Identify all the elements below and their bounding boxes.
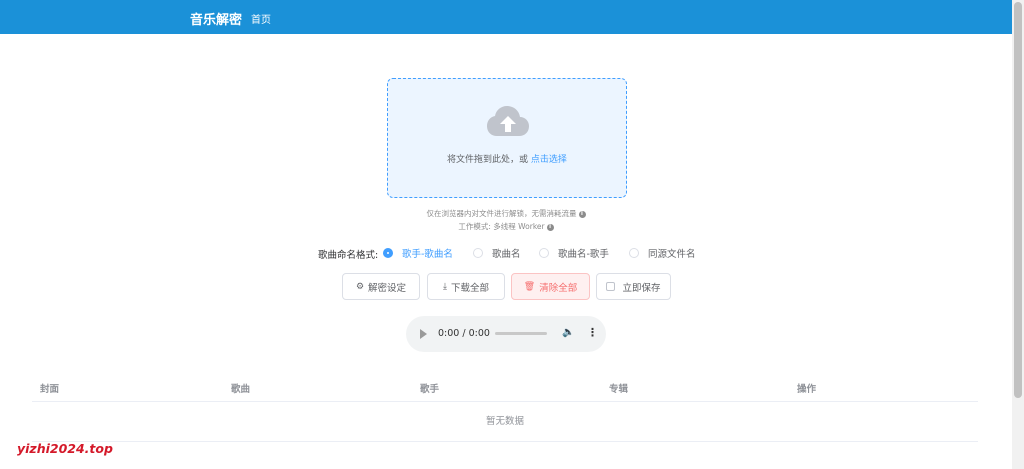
audio-time: 0:00 / 0:00 [438,328,490,339]
info-icon[interactable]: i [578,210,586,218]
file-upload-dropzone[interactable]: 将文件拖到此处，或 点击选择 [387,78,627,198]
volume-icon[interactable]: 🔈 [562,327,574,338]
scrollbar-thumb[interactable] [1014,2,1022,398]
trash-icon: 🗑 [523,281,536,292]
decrypt-settings-button[interactable]: ⚙ 解密设定 [342,273,420,300]
button-label: 解密设定 [368,282,407,294]
page-scrollbar[interactable] [1012,0,1024,469]
radio-dot [629,248,639,258]
clear-all-button[interactable]: 🗑 清除全部 [511,273,590,300]
button-label: 下载全部 [450,282,489,294]
radio-label: 同源文件名 [648,249,696,260]
table-header: 封面 歌曲 歌手 专辑 操作 [32,372,978,402]
info-icon[interactable]: i [546,223,554,231]
save-now-checkbox[interactable] [606,282,616,291]
radio-title-artist[interactable]: 歌曲名-歌手 [539,246,609,260]
tip-text-local: 仅在浏览器内对文件进行解锁，无需消耗流量 [426,209,577,218]
upload-hint-text: 将文件拖到此处，或 [447,155,531,165]
table-empty-text: 暂无数据 [32,402,978,442]
download-icon: ⤓ [443,281,447,292]
radio-dot [383,248,393,258]
radio-label: 歌曲名-歌手 [558,249,609,260]
column-header-actions: 操作 [797,384,817,395]
upload-hint: 将文件拖到此处，或 点击选择 [388,152,626,165]
naming-format-label: 歌曲命名格式: [318,250,379,261]
local-decrypt-tip: 仅在浏览器内对文件进行解锁，无需消耗流量 i [0,208,1012,219]
radio-artist-title[interactable]: 歌手-歌曲名 [383,246,453,260]
play-icon[interactable] [420,329,427,339]
gear-icon: ⚙ [355,281,365,292]
more-options-icon[interactable]: ⋮ [587,326,598,339]
column-header-artist: 歌手 [420,384,440,395]
cloud-upload-icon [487,106,529,136]
work-mode-tip: 工作模式: 多线程 Worker i [0,221,1012,232]
download-all-button[interactable]: ⤓ 下载全部 [427,273,505,300]
button-label: 立即保存 [622,282,661,294]
audio-player: 0:00 / 0:00 🔈 ⋮ [406,316,606,352]
choose-file-link[interactable]: 点击选择 [531,155,567,165]
nav-home-link[interactable]: 首页 [251,11,271,26]
watermark-text: yizhi2024.top [17,441,113,456]
button-label: 清除全部 [539,282,578,294]
radio-label: 歌手-歌曲名 [402,249,453,260]
column-header-album: 专辑 [609,384,629,395]
brand-title[interactable]: 音乐解密 [190,9,242,28]
tip-text-mode: 工作模式: 多线程 Worker [458,222,545,231]
column-header-cover: 封面 [40,384,60,395]
radio-dot [539,248,549,258]
column-header-song: 歌曲 [231,384,251,395]
audio-progress-track[interactable] [495,332,547,335]
radio-label: 歌曲名 [492,249,521,260]
top-navbar: 音乐解密 首页 [0,0,1012,34]
radio-same-filename[interactable]: 同源文件名 [629,246,696,260]
song-table: 封面 歌曲 歌手 专辑 操作 暂无数据 [32,372,978,442]
radio-dot [473,248,483,258]
save-now-toggle[interactable]: 立即保存 [596,273,671,300]
radio-title[interactable]: 歌曲名 [473,246,521,260]
